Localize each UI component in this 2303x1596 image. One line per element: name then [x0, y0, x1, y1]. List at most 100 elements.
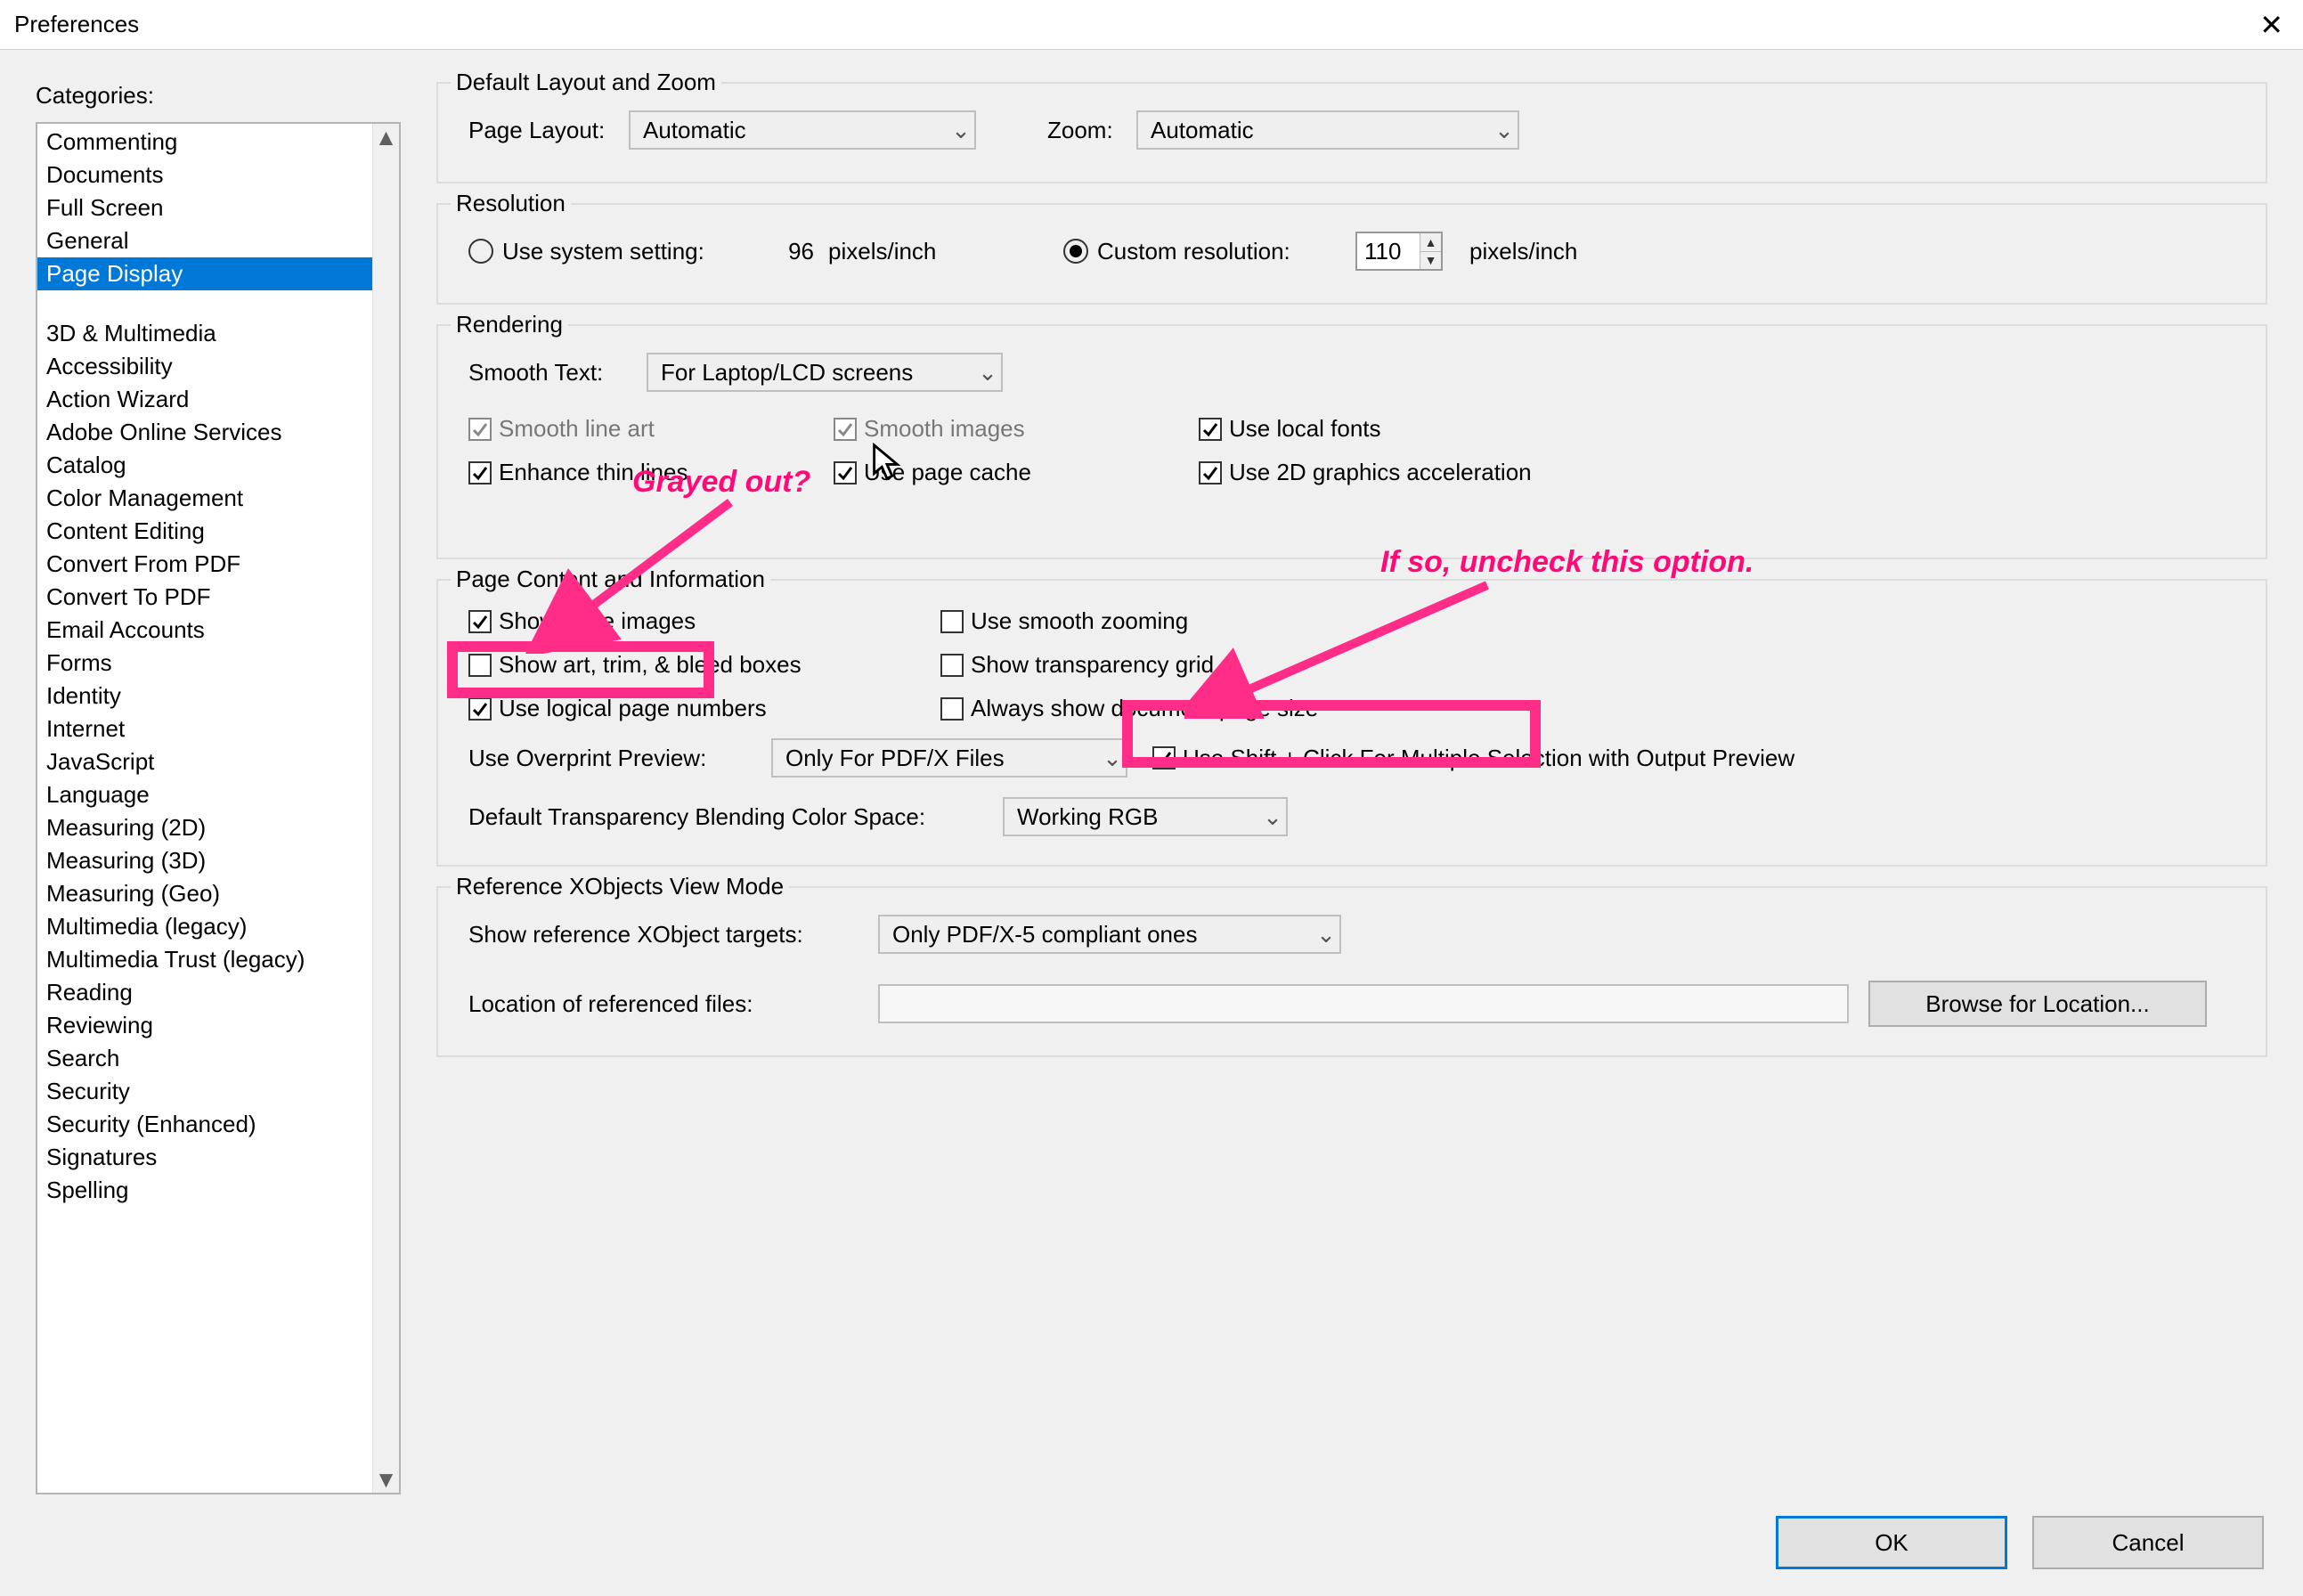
category-item[interactable]: Language — [37, 778, 372, 811]
location-input[interactable] — [878, 984, 1849, 1023]
settings-panel: Default Layout and Zoom Page Layout: Aut… — [436, 82, 2267, 1494]
category-item[interactable]: Email Accounts — [37, 614, 372, 647]
category-item[interactable]: Content Editing — [37, 515, 372, 548]
category-item[interactable]: Catalog — [37, 449, 372, 482]
blending-select[interactable]: Working RGB ⌄ — [1003, 797, 1288, 836]
cancel-button[interactable]: Cancel — [2032, 1516, 2264, 1569]
show-targets-select[interactable]: Only PDF/X-5 compliant ones ⌄ — [878, 915, 1341, 954]
category-item[interactable]: Convert To PDF — [37, 581, 372, 614]
radio-custom[interactable] — [1063, 239, 1088, 264]
overprint-select[interactable]: Only For PDF/X Files ⌄ — [771, 738, 1127, 778]
use-local-fonts-label: Use local fonts — [1229, 415, 1381, 443]
group-layout-zoom: Default Layout and Zoom Page Layout: Aut… — [436, 82, 2267, 183]
show-large-images-label: Show large images — [499, 607, 696, 635]
group-resolution: Resolution Use system setting: 96 pixels… — [436, 203, 2267, 305]
checkbox-always-show-page-size[interactable] — [940, 697, 964, 721]
category-item[interactable]: Commenting — [37, 126, 372, 159]
zoom-value: Automatic — [1151, 117, 1254, 144]
close-icon[interactable]: ✕ — [2250, 4, 2292, 45]
category-item[interactable]: Color Management — [37, 482, 372, 515]
category-item[interactable]: Convert From PDF — [37, 548, 372, 581]
category-item[interactable]: Measuring (Geo) — [37, 877, 372, 910]
categories-label: Categories: — [36, 82, 401, 110]
blending-label: Default Transparency Blending Color Spac… — [468, 803, 1003, 831]
checkbox-2d-accel[interactable] — [1199, 461, 1222, 484]
art-trim-bleed-label: Show art, trim, & bleed boxes — [499, 651, 802, 679]
categories-panel: Categories: CommentingDocumentsFull Scre… — [36, 82, 401, 1494]
checkbox-use-page-cache[interactable] — [834, 461, 857, 484]
checkbox-logical-page-numbers[interactable] — [468, 697, 492, 721]
system-ppi-value: 96 — [752, 238, 814, 265]
enhance-thin-lines-label: Enhance thin lines — [499, 459, 688, 486]
category-item[interactable]: General — [37, 224, 372, 257]
category-item[interactable]: Action Wizard — [37, 383, 372, 416]
checkbox-shift-click-output-preview[interactable] — [1152, 746, 1176, 770]
category-item[interactable]: Signatures — [37, 1141, 372, 1174]
spin-up-icon[interactable]: ▲ — [1420, 233, 1441, 252]
page-layout-value: Automatic — [643, 117, 746, 144]
category-item[interactable]: Search — [37, 1042, 372, 1075]
titlebar: Preferences ✕ — [0, 0, 2303, 50]
chevron-down-icon: ⌄ — [948, 117, 974, 144]
categories-listbox[interactable]: CommentingDocumentsFull ScreenGeneralPag… — [36, 122, 401, 1494]
checkbox-show-large-images[interactable] — [468, 610, 492, 633]
category-item[interactable]: Multimedia Trust (legacy) — [37, 943, 372, 976]
overprint-value: Only For PDF/X Files — [785, 745, 1005, 772]
chevron-down-icon: ⌄ — [1259, 803, 1286, 831]
category-item[interactable]: Forms — [37, 647, 372, 680]
page-layout-label: Page Layout: — [468, 117, 629, 144]
category-item[interactable]: Security — [37, 1075, 372, 1108]
dialog-footer: OK Cancel — [0, 1494, 2303, 1596]
logical-page-numbers-label: Use logical page numbers — [499, 695, 767, 722]
spin-down-icon[interactable]: ▼ — [1420, 252, 1441, 270]
category-item[interactable]: Measuring (3D) — [37, 844, 372, 877]
shift-click-label: Use Shift + Click For Multiple Selection… — [1183, 745, 1794, 772]
show-targets-label: Show reference XObject targets: — [468, 921, 878, 949]
category-item[interactable]: Spelling — [37, 1174, 372, 1207]
smooth-text-select[interactable]: For Laptop/LCD screens ⌄ — [647, 353, 1003, 392]
zoom-select[interactable]: Automatic ⌄ — [1136, 110, 1519, 150]
always-show-page-size-label: Always show document page size — [971, 695, 1318, 722]
category-item[interactable]: Reading — [37, 976, 372, 1009]
group-ref-xobjects: Reference XObjects View Mode Show refere… — [436, 886, 2267, 1057]
category-item[interactable]: Accessibility — [37, 350, 372, 383]
category-item[interactable]: Full Screen — [37, 191, 372, 224]
page-layout-select[interactable]: Automatic ⌄ — [629, 110, 976, 150]
smooth-text-label: Smooth Text: — [468, 359, 647, 387]
category-item[interactable]: Identity — [37, 680, 372, 712]
category-item[interactable]: Internet — [37, 712, 372, 745]
checkbox-smooth-zooming[interactable] — [940, 610, 964, 633]
category-item[interactable]: Security (Enhanced) — [37, 1108, 372, 1141]
category-item[interactable]: Multimedia (legacy) — [37, 910, 372, 943]
category-item[interactable]: Measuring (2D) — [37, 811, 372, 844]
category-item[interactable]: Page Display — [37, 257, 372, 290]
checkbox-art-trim-bleed[interactable] — [468, 654, 492, 677]
system-ppi-unit: pixels/inch — [814, 238, 992, 265]
category-item[interactable]: Adobe Online Services — [37, 416, 372, 449]
custom-res-spinner[interactable]: ▲ ▼ — [1355, 232, 1443, 271]
checkbox-smooth-images — [834, 418, 857, 441]
browse-location-button[interactable]: Browse for Location... — [1868, 981, 2207, 1027]
use-page-cache-label: Use page cache — [864, 459, 1031, 486]
category-item[interactable]: 3D & Multimedia — [37, 317, 372, 350]
ok-button[interactable]: OK — [1776, 1516, 2007, 1569]
2d-accel-label: Use 2D graphics acceleration — [1229, 459, 1532, 486]
legend-layout-zoom: Default Layout and Zoom — [451, 69, 721, 96]
category-item[interactable]: Reviewing — [37, 1009, 372, 1042]
show-targets-value: Only PDF/X-5 compliant ones — [892, 921, 1197, 949]
scroll-up-icon[interactable]: ▲ — [373, 124, 399, 151]
scroll-down-icon[interactable]: ▼ — [373, 1466, 399, 1493]
blending-value: Working RGB — [1017, 803, 1158, 831]
group-rendering: Rendering Smooth Text: For Laptop/LCD sc… — [436, 324, 2267, 559]
categories-scrollbar[interactable]: ▲ ▼ — [372, 124, 399, 1493]
custom-res-label: Custom resolution: — [1097, 238, 1355, 265]
checkbox-use-local-fonts[interactable] — [1199, 418, 1222, 441]
radio-use-system[interactable] — [468, 239, 493, 264]
category-item[interactable]: Documents — [37, 159, 372, 191]
location-label: Location of referenced files: — [468, 990, 878, 1018]
checkbox-enhance-thin-lines[interactable] — [468, 461, 492, 484]
category-item[interactable]: JavaScript — [37, 745, 372, 778]
checkbox-transparency-grid[interactable] — [940, 654, 964, 677]
custom-res-input[interactable] — [1357, 233, 1420, 269]
group-page-content: Page Content and Information Show large … — [436, 579, 2267, 867]
